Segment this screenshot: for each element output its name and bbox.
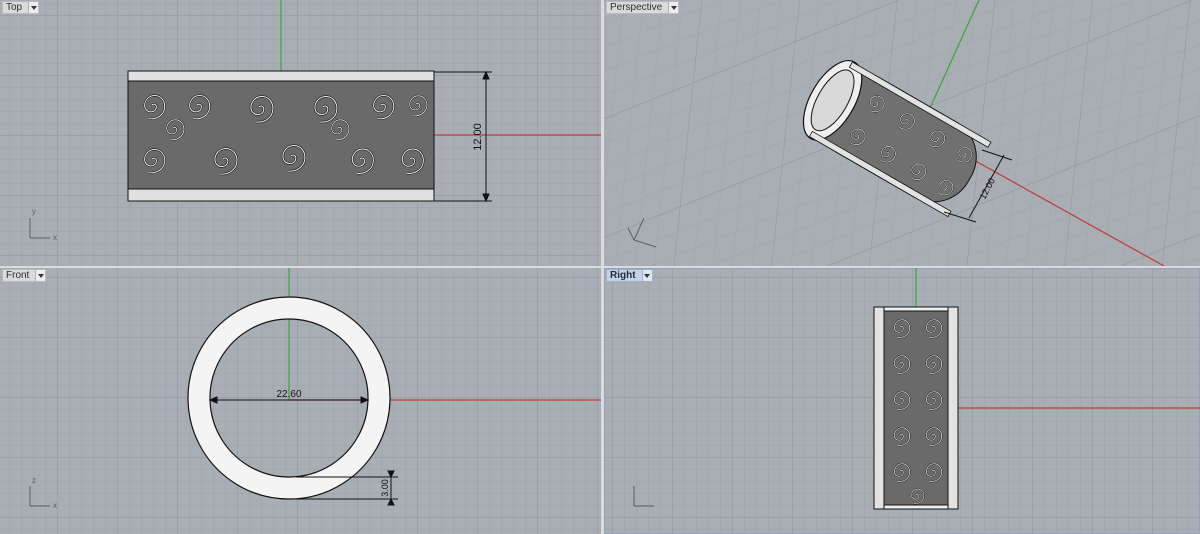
viewport-perspective[interactable]: Perspective 12.00 (604, 0, 1200, 266)
ring-band-top[interactable] (127, 70, 435, 202)
viewport-title: Front (6, 269, 30, 281)
viewport-front[interactable]: Front 22.60 3.00 z x (0, 268, 601, 534)
viewport-title: Perspective (610, 1, 663, 13)
gizmo-label-y: y (32, 207, 36, 216)
gizmo-label-x: x (53, 233, 57, 242)
viewport-title: Top (6, 1, 23, 13)
dimension-label-height: 12.00 (472, 123, 484, 151)
chevron-down-icon[interactable] (28, 2, 39, 13)
dimension-label-thickness: 3.00 (380, 479, 390, 497)
ring-band-right[interactable] (873, 306, 959, 510)
right-view-canvas[interactable] (604, 268, 1200, 534)
viewport-tab-top[interactable]: Top (2, 1, 40, 14)
gizmo-label-z: z (32, 476, 36, 485)
viewport-tab-front[interactable]: Front (2, 269, 47, 282)
gizmo-label-x: x (53, 501, 57, 510)
rhino-four-viewport-layout: Top 12.00 y x Perspective 12.00 Front 22… (0, 0, 1200, 534)
viewport-tab-perspective[interactable]: Perspective (606, 1, 680, 14)
viewport-title: Right (610, 269, 636, 281)
viewport-tab-right[interactable]: Right (606, 269, 653, 282)
top-view-canvas[interactable]: 12.00 y x (0, 0, 601, 266)
perspective-view-canvas[interactable]: 12.00 (604, 0, 1200, 266)
front-view-canvas[interactable]: 22.60 3.00 z x (0, 268, 601, 534)
chevron-down-icon[interactable] (35, 270, 46, 281)
chevron-down-icon[interactable] (668, 2, 679, 13)
viewport-right[interactable]: Right (604, 268, 1200, 534)
chevron-down-icon[interactable] (641, 270, 652, 281)
viewport-top[interactable]: Top 12.00 y x (0, 0, 601, 266)
dimension-label-diameter: 22.60 (276, 389, 301, 400)
